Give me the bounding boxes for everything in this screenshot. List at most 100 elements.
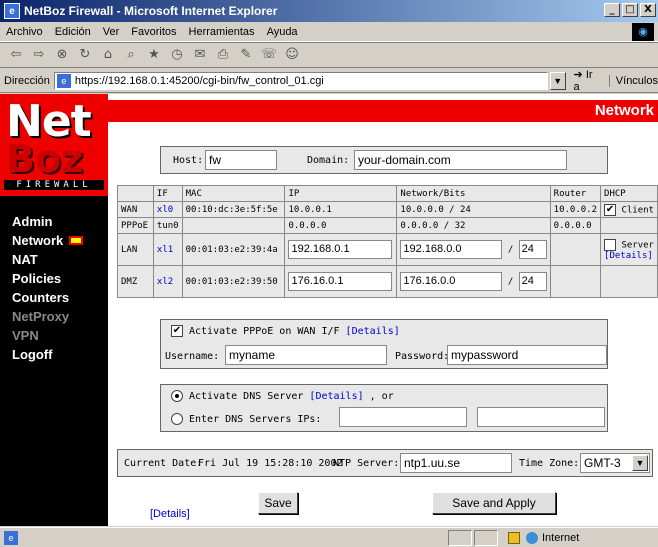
maximize-button[interactable]: □ <box>622 3 638 17</box>
row-name: WAN <box>117 201 154 218</box>
host-label: Host: <box>173 155 204 166</box>
dmz-network-input[interactable]: 176.16.0.0 <box>400 272 503 291</box>
dhcp-details-link[interactable]: [Details] <box>604 251 653 261</box>
address-bar: Dirección e https://192.168.0.1:45200/cg… <box>0 69 658 93</box>
menu-ver[interactable]: Ver <box>103 26 120 38</box>
password-input[interactable]: mypassword <box>447 345 607 365</box>
host-input[interactable]: fw <box>205 150 277 170</box>
menu-favoritos[interactable]: Favoritos <box>131 26 176 38</box>
menu-ayuda[interactable]: Ayuda <box>267 26 298 38</box>
discuss-icon[interactable]: ☏ <box>259 46 279 64</box>
globe-icon <box>526 532 538 544</box>
domain-input[interactable]: your-domain.com <box>354 150 567 170</box>
lan-network-input[interactable]: 192.168.0.0 <box>400 240 503 259</box>
nav-logoff[interactable]: Logoff <box>12 345 83 364</box>
timezone-select[interactable]: GMT-3 ▼ <box>580 453 650 473</box>
forward-icon[interactable]: ⇨ <box>29 46 49 64</box>
pppoe-checkbox[interactable]: ✔ <box>171 325 183 337</box>
nav-nat[interactable]: NAT <box>12 250 83 269</box>
menu-bar: Archivo Edición Ver Favoritos Herramient… <box>0 22 658 42</box>
if-link[interactable]: xl1 <box>152 233 183 266</box>
dns-server1-input[interactable] <box>339 407 467 427</box>
minimize-button[interactable]: _ <box>604 3 620 17</box>
domain-label: Domain: <box>307 155 350 166</box>
nav-network[interactable]: Network <box>12 231 84 250</box>
footer-details-link[interactable]: [Details] <box>150 508 190 520</box>
dns-activate-radio[interactable] <box>171 390 183 402</box>
refresh-icon[interactable]: ↻ <box>75 46 95 64</box>
security-zone: Internet <box>508 530 579 546</box>
row-name: LAN <box>117 233 154 266</box>
password-label: Password: <box>395 351 450 362</box>
if-link[interactable]: xl2 <box>152 265 183 298</box>
dns-or-text: , or <box>369 391 394 402</box>
close-button[interactable]: X <box>640 3 656 17</box>
router-cell <box>549 265 602 298</box>
table-row: LAN xl1 00:01:03:e2:39:4a 192.168.0.1 19… <box>117 233 658 266</box>
header-blank <box>117 185 154 202</box>
dmz-bits-input[interactable]: 24 <box>518 272 547 291</box>
if-link[interactable]: xl0 <box>152 201 183 218</box>
dmz-ip-input[interactable]: 176.16.0.1 <box>288 272 393 291</box>
history-icon[interactable]: ◷ <box>167 46 187 64</box>
address-dropdown-icon[interactable]: ▼ <box>549 71 566 90</box>
address-label: Dirección <box>4 74 50 87</box>
window-titlebar: e NetBoz Firewall - Microsoft Internet E… <box>0 0 658 22</box>
search-icon[interactable]: ⌕ <box>121 46 141 64</box>
header-bar: Network <box>108 100 658 122</box>
dns-enter-radio[interactable] <box>171 413 183 425</box>
nav-counters[interactable]: Counters <box>12 288 83 307</box>
menu-archivo[interactable]: Archivo <box>6 26 43 38</box>
sidebar: Net Boz FIREWALL Admin Network NAT Polic… <box>0 94 108 526</box>
favorites-icon[interactable]: ★ <box>144 46 164 64</box>
network-cell: 10.0.0.0 / 24 <box>396 201 551 218</box>
ip-cell: 10.0.0.1 <box>284 201 398 218</box>
mac-cell: 00:10:dc:3e:5f:5e <box>181 201 286 218</box>
if-cell: tun0 <box>152 217 183 234</box>
save-button[interactable]: Save <box>258 492 298 514</box>
row-name: DMZ <box>117 265 154 298</box>
address-input[interactable]: e https://192.168.0.1:45200/cgi-bin/fw_c… <box>53 71 548 90</box>
interfaces-table: IF MAC IP Network/Bits Router DHCP WAN x… <box>117 185 658 298</box>
print-icon[interactable]: ⎙ <box>213 46 233 64</box>
username-input[interactable]: myname <box>225 345 387 365</box>
pppoe-activate-label: Activate PPPoE on WAN I/F [Details] <box>189 326 400 337</box>
nav-policies[interactable]: Policies <box>12 269 83 288</box>
ip-cell: 192.168.0.1 <box>284 233 398 266</box>
router-cell: 10.0.0.2 <box>549 201 602 218</box>
page-icon: e <box>56 73 71 88</box>
stop-icon[interactable]: ⊗ <box>52 46 72 64</box>
dhcp-server-checkbox[interactable] <box>604 238 617 251</box>
lan-bits-input[interactable]: 24 <box>518 240 547 259</box>
row-name: PPPoE <box>117 217 154 234</box>
lan-ip-input[interactable]: 192.168.0.1 <box>288 240 393 259</box>
menu-edicion[interactable]: Edición <box>55 26 91 38</box>
dns-details-link[interactable]: [Details] <box>309 391 363 402</box>
nav-admin[interactable]: Admin <box>12 212 83 231</box>
header-mac: MAC <box>181 185 286 202</box>
mail-icon[interactable]: ✉ <box>190 46 210 64</box>
header-ip: IP <box>284 185 398 202</box>
slash: / <box>507 277 514 287</box>
page-status-icon: e <box>4 530 18 545</box>
dhcp-client-checkbox[interactable]: ✔ <box>604 203 617 216</box>
messenger-icon[interactable]: ☺ <box>282 46 302 64</box>
go-button[interactable]: ➔ Ir a <box>574 68 601 93</box>
pppoe-details-link[interactable]: [Details] <box>346 326 400 337</box>
host-domain-panel: Host: fw Domain: your-domain.com <box>160 146 608 174</box>
status-pane <box>448 530 472 546</box>
back-icon[interactable]: ⇦ <box>6 46 26 64</box>
dns-server2-input[interactable] <box>477 407 605 427</box>
dhcp-cell: ✔ Client <box>600 201 658 218</box>
home-icon[interactable]: ⌂ <box>98 46 118 64</box>
edit-icon[interactable]: ✎ <box>236 46 256 64</box>
header-if: IF <box>152 185 183 202</box>
standard-toolbar: ⇦ ⇨ ⊗ ↻ ⌂ ⌕ ★ ◷ ✉ ⎙ ✎ ☏ ☺ <box>0 42 658 68</box>
save-apply-button[interactable]: Save and Apply <box>432 492 556 514</box>
links-button[interactable]: Vínculos <box>608 74 658 87</box>
menu-herramientas[interactable]: Herramientas <box>189 26 255 38</box>
nav-network-label: Network <box>12 233 64 248</box>
dhcp-server-label: Server <box>621 240 654 250</box>
ntp-input[interactable]: ntp1.uu.se <box>400 453 512 473</box>
dns-enter-label: Enter DNS Servers IPs: <box>189 414 322 425</box>
